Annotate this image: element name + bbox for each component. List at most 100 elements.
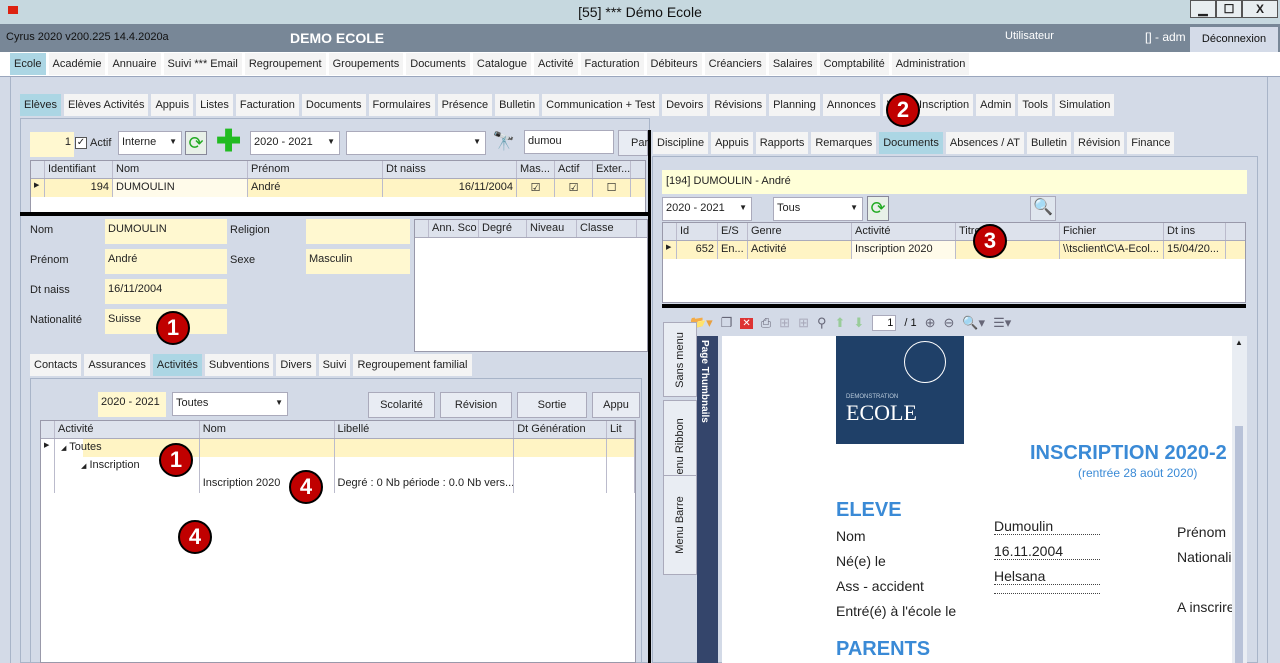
column-header[interactable]: Nom [113,161,248,178]
vertical-splitter[interactable] [648,130,651,663]
tab-documents[interactable]: Documents [406,53,470,75]
logout-button[interactable]: Déconnexion [1190,27,1278,52]
column-header[interactable]: Activité [55,421,200,438]
pdf-scrollbar[interactable]: ▲ [1232,336,1247,663]
tab-regroupement[interactable]: Regroupement [244,53,326,75]
tab-rapports[interactable]: Rapports [755,132,809,154]
column-header[interactable]: Dt Génération [514,421,608,438]
tab-pr-sence[interactable]: Présence [437,94,493,116]
tab-facturation[interactable]: Facturation [580,53,644,75]
side-tab[interactable]: Menu Barre [663,475,697,575]
tab-admin[interactable]: Admin [976,94,1016,116]
docs-year-select[interactable]: 2020 - 2021 [662,197,752,221]
tab-tools[interactable]: Tools [1018,94,1053,116]
tab-documents[interactable]: Documents [301,94,366,116]
search-input[interactable]: dumou [524,130,614,154]
tab-activit-s[interactable]: Activités [152,354,202,376]
tab-regroupement-familial[interactable]: Regroupement familial [353,354,472,376]
tab-appuis[interactable]: Appuis [151,94,194,116]
filter-select[interactable] [346,131,486,155]
column-header[interactable]: Mas... [517,161,555,178]
splitter[interactable] [20,212,650,216]
tab-discipline[interactable]: Discipline [653,132,709,154]
tab-divers[interactable]: Divers [276,354,316,376]
column-header[interactable]: Fichier [1060,223,1164,240]
column-header[interactable]: Exter... [593,161,631,178]
thumbnails-pane[interactable]: Page Thumbnails [697,336,718,663]
actif-checkbox-cell[interactable]: ☑ [555,179,593,197]
tab-formulaires[interactable]: Formulaires [368,94,435,116]
tab-finance[interactable]: Finance [1127,132,1175,154]
scolarité-button[interactable]: Scolarité [368,392,435,418]
side-tab[interactable]: Sans menu [663,322,697,397]
refresh-icon[interactable]: ⟳ [185,131,207,155]
tab-r-visions[interactable]: Révisions [710,94,767,116]
zoom-out-icon[interactable]: ⊖ [943,315,954,331]
tab-suivi[interactable]: Suivi [318,354,351,376]
tab-ecole[interactable]: Ecole [10,53,46,75]
tree-row[interactable]: Inscription 2020 Degré : 0 Nb période : 0… [41,475,635,493]
page-down-icon[interactable]: ⬇ [853,315,864,331]
column-header[interactable]: Activité [852,223,956,240]
tab-subventions[interactable]: Subventions [204,354,274,376]
refresh-icon[interactable]: ⟳ [867,196,889,221]
table-row[interactable]: ▶ 194 DUMOULIN André 16/11/2004 ☑ ☑ ☐ [31,179,645,197]
tab-el-ves[interactable]: Elèves [20,94,62,116]
add-icon[interactable]: ✚ [216,127,241,157]
révision-button[interactable]: Révision [440,392,512,418]
sortie-button[interactable]: Sortie [517,392,587,418]
column-header[interactable]: Dt ins [1164,223,1226,240]
tab-devoirs[interactable]: Devoirs [662,94,708,116]
column-header[interactable]: Genre [748,223,852,240]
minimize-button[interactable]: ▁ [1190,0,1216,18]
zoom-in-icon[interactable]: ⊕ [925,315,936,331]
column-header[interactable]: Ann. Sco [429,220,479,237]
prenom-field[interactable]: André [105,249,227,274]
tab-communication-test[interactable]: Communication + Test [542,94,660,116]
tab-suivi-email[interactable]: Suivi *** Email [163,53,242,75]
mas-checkbox[interactable]: ☑ [517,179,555,197]
sexe-field[interactable]: Masculin [306,249,410,274]
tab-bulletin[interactable]: Bulletin [1026,132,1072,154]
tab-documents[interactable]: Documents [879,132,943,154]
column-header[interactable]: Id [677,223,718,240]
tab-appuis[interactable]: Appuis [711,132,753,154]
tab-d-biteurs[interactable]: Débiteurs [646,53,702,75]
table-row[interactable]: ▶ 652 En... Activité Inscription 2020 \\… [663,241,1245,259]
page-input[interactable]: 1 [872,315,897,331]
column-header[interactable]: Identifiant [45,161,113,178]
tab-acad-mie[interactable]: Académie [48,53,106,75]
page-up-icon[interactable]: ⬆ [835,315,846,331]
column-header[interactable]: Lit [607,421,635,438]
tab-planning[interactable]: Planning [769,94,820,116]
count-field[interactable]: 1 [30,132,74,157]
binoculars-icon[interactable]: 🔭 [491,131,517,155]
column-header[interactable]: Titre [956,223,1060,240]
actif-checkbox[interactable]: ✓ [75,137,87,149]
exter-checkbox[interactable]: ☐ [593,179,631,197]
year-select[interactable]: 2020 - 2021 [250,131,340,155]
column-header[interactable]: E/S [718,223,748,240]
column-header[interactable]: Dt naiss [383,161,517,178]
tab-groupements[interactable]: Groupements [328,53,404,75]
tab-facturation[interactable]: Facturation [235,94,299,116]
layout-icon[interactable]: ☰▾ [993,315,1011,331]
tab-assurances[interactable]: Assurances [84,354,150,376]
tab-simulation[interactable]: Simulation [1055,94,1115,116]
tree-row[interactable]: ◢ Inscription [41,457,635,475]
column-header[interactable]: Prénom [248,161,383,178]
column-header[interactable]: Classe [577,220,637,237]
activities-filter-select[interactable]: Toutes [172,392,288,416]
type-select[interactable]: Interne [118,131,182,155]
find-icon[interactable]: ⚲ [817,315,827,331]
tab-bulletin[interactable]: Bulletin [495,94,540,116]
tab-administration[interactable]: Administration [891,53,970,75]
tab-comptabilit-[interactable]: Comptabilité [819,53,889,75]
nom-field[interactable]: DUMOULIN [105,219,227,244]
dt-field[interactable]: 16/11/2004 [105,279,227,304]
close-doc-icon[interactable]: ✕ [740,317,753,329]
tab-salaires[interactable]: Salaires [768,53,817,75]
splitter[interactable] [662,304,1246,308]
column-header[interactable]: Degré [479,220,527,237]
tab-contacts[interactable]: Contacts [30,354,82,376]
